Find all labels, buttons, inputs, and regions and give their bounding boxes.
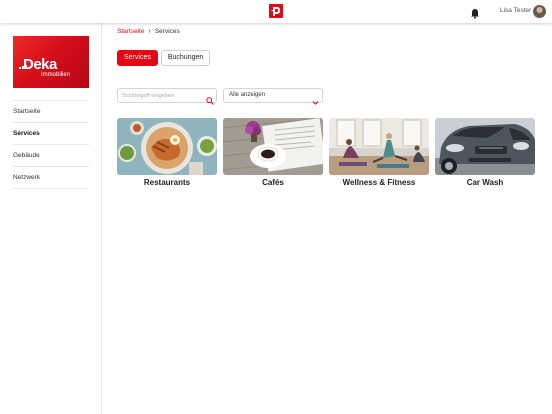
breadcrumb-current: Services [154,28,180,35]
user-name[interactable]: Lisa Tester [500,7,531,14]
restaurant-food-image [117,118,217,175]
search-input[interactable] [122,91,202,101]
avatar[interactable] [533,5,546,18]
chevron-down-icon [312,93,319,105]
service-card-wellness-fitness[interactable]: Wellness & Fitness [329,118,429,190]
service-card-car-wash[interactable]: Car Wash [435,118,535,190]
bell-icon[interactable] [470,6,480,19]
sidebar-item-startseite[interactable]: Startseite [13,100,89,122]
coffee-newspaper-image [223,118,323,175]
yoga-class-image [329,118,429,175]
service-card-cafes[interactable]: Cafés [223,118,323,190]
service-card-label: Car Wash [466,178,504,187]
brand-subtitle: Immobilien [41,72,71,78]
service-card-label: Wellness & Fitness [342,178,416,187]
breadcrumb-home-link[interactable]: Startseite [117,28,144,35]
search-icon[interactable] [206,92,214,105]
tab-bar: Services Buchungen [117,50,211,66]
sidebar-item-gebaeude[interactable]: Gebäude [13,144,89,166]
car-image [435,118,535,175]
sidebar-nav: Startseite Services Gebäude Netzwerk [13,100,89,189]
tab-buchungen[interactable]: Buchungen [160,50,211,66]
service-card-label: Restaurants [143,178,191,187]
brand-logo[interactable]: Deka Immobilien [13,36,89,88]
service-card-label: Cafés [262,178,284,187]
sidebar-item-netzwerk[interactable]: Netzwerk [13,166,89,188]
sidebar: Deka Immobilien Startseite Services Gebä… [0,23,102,414]
breadcrumb: Startseite › Services [117,28,180,35]
chevron-right-icon: › [148,28,151,35]
service-card-restaurants[interactable]: Restaurants [117,118,217,190]
search-box [117,88,217,105]
category-select[interactable]: Alle anzeigen [223,88,323,105]
app-logo-icon[interactable] [269,4,283,18]
sidebar-item-services[interactable]: Services [13,122,89,144]
tab-services[interactable]: Services [117,50,158,66]
top-bar: Lisa Tester [0,0,552,23]
category-select-value: Alle anzeigen [229,92,266,98]
brand-name: Deka [23,56,57,73]
